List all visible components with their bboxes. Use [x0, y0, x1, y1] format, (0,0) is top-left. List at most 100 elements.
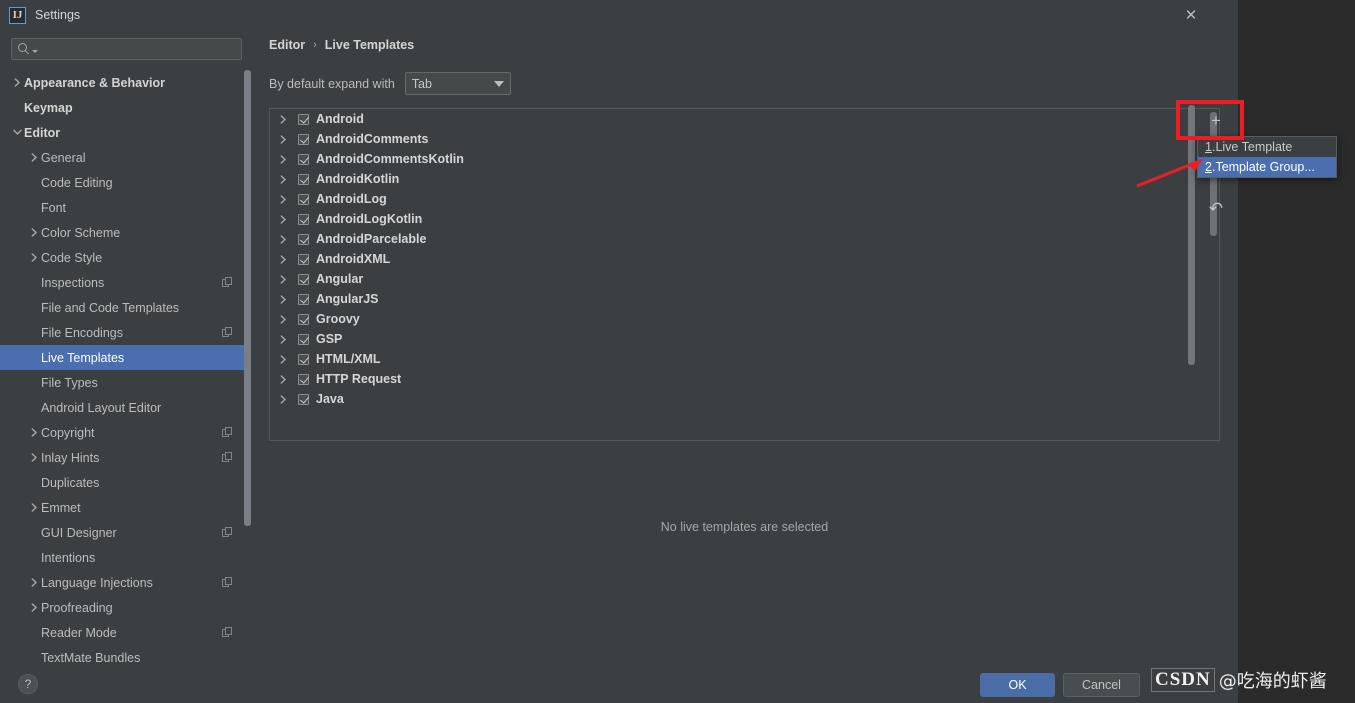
add-popup-menu[interactable]: 1. Live Template 2. Template Group...: [1197, 136, 1337, 178]
template-group-row[interactable]: AndroidCommentsKotlin: [270, 149, 1199, 169]
sidebar-item-language-injections[interactable]: Language Injections: [0, 570, 251, 595]
group-checkbox[interactable]: [298, 213, 309, 225]
chevron-down-icon: [493, 80, 504, 87]
group-checkbox[interactable]: [298, 293, 309, 305]
chevron-right-icon[interactable]: [280, 114, 298, 124]
sidebar-item-inspections[interactable]: Inspections: [0, 270, 251, 295]
template-group-row[interactable]: GSP: [270, 329, 1199, 349]
cancel-button[interactable]: Cancel: [1063, 673, 1140, 697]
sidebar-item-textmate-bundles[interactable]: TextMate Bundles: [0, 645, 251, 665]
expand-with-label: By default expand with: [269, 76, 395, 91]
sidebar-item-android-layout-editor[interactable]: Android Layout Editor: [0, 395, 251, 420]
template-groups-list[interactable]: Android AndroidComments AndroidCommentsKot…: [269, 108, 1220, 441]
group-checkbox[interactable]: [298, 133, 309, 145]
template-group-row[interactable]: Java: [270, 389, 1199, 409]
template-group-row[interactable]: Groovy: [270, 309, 1199, 329]
revert-button[interactable]: ↶: [1194, 191, 1238, 227]
group-checkbox[interactable]: [298, 113, 309, 125]
search-input[interactable]: [38, 42, 241, 56]
group-checkbox[interactable]: [298, 193, 309, 205]
template-group-row[interactable]: AndroidLog: [270, 189, 1199, 209]
chevron-right-icon[interactable]: [280, 354, 298, 364]
group-checkbox[interactable]: [298, 273, 309, 285]
sidebar-item-inlay-hints[interactable]: Inlay Hints: [0, 445, 251, 470]
sidebar-item-file-and-code-templates[interactable]: File and Code Templates: [0, 295, 251, 320]
sidebar-item-reader-mode[interactable]: Reader Mode: [0, 620, 251, 645]
template-group-row[interactable]: AndroidLogKotlin: [270, 209, 1199, 229]
chevron-right-icon[interactable]: [280, 394, 298, 404]
settings-search[interactable]: [11, 38, 242, 60]
breadcrumb-parent[interactable]: Editor: [269, 38, 305, 52]
template-group-row[interactable]: AngularJS: [270, 289, 1199, 309]
chevron-right-icon[interactable]: [27, 228, 41, 237]
sidebar-item-proofreading[interactable]: Proofreading: [0, 595, 251, 620]
template-group-row[interactable]: Android: [270, 109, 1199, 129]
chevron-right-icon[interactable]: [280, 274, 298, 284]
popup-menu-item[interactable]: 2. Template Group...: [1198, 157, 1336, 177]
group-checkbox[interactable]: [298, 333, 309, 345]
sidebar-item-file-encodings[interactable]: File Encodings: [0, 320, 251, 345]
search-box[interactable]: [11, 38, 242, 60]
group-checkbox[interactable]: [298, 353, 309, 365]
chevron-right-icon[interactable]: [280, 214, 298, 224]
question-mark-icon[interactable]: ?: [18, 674, 38, 694]
sidebar-item-appearance-behavior[interactable]: Appearance & Behavior: [0, 70, 251, 95]
sidebar-item-gui-designer[interactable]: GUI Designer: [0, 520, 251, 545]
template-group-row[interactable]: AndroidParcelable: [270, 229, 1199, 249]
chevron-down-icon[interactable]: [10, 129, 24, 136]
chevron-right-icon[interactable]: [280, 294, 298, 304]
template-group-row[interactable]: AndroidKotlin: [270, 169, 1199, 189]
chevron-right-icon[interactable]: [280, 174, 298, 184]
sidebar-item-live-templates[interactable]: Live Templates: [0, 345, 251, 370]
chevron-right-icon[interactable]: [10, 78, 24, 87]
template-group-label: AngularJS: [316, 292, 379, 306]
template-group-row[interactable]: HTTP Request: [270, 369, 1199, 389]
sidebar-item-file-types[interactable]: File Types: [0, 370, 251, 395]
ok-button[interactable]: OK: [980, 673, 1055, 697]
sidebar-item-copyright[interactable]: Copyright: [0, 420, 251, 445]
chevron-right-icon[interactable]: [27, 253, 41, 262]
template-group-row[interactable]: HTML/XML: [270, 349, 1199, 369]
chevron-right-icon[interactable]: [280, 374, 298, 384]
template-group-row[interactable]: Angular: [270, 269, 1199, 289]
chevron-right-icon[interactable]: [280, 234, 298, 244]
chevron-right-icon[interactable]: [280, 314, 298, 324]
chevron-right-icon[interactable]: [280, 194, 298, 204]
group-checkbox[interactable]: [298, 253, 309, 265]
chevron-right-icon[interactable]: [280, 334, 298, 344]
sidebar-scrollbar-thumb[interactable]: [244, 70, 251, 526]
chevron-right-icon[interactable]: [27, 578, 41, 587]
sidebar-item-keymap[interactable]: Keymap: [0, 95, 251, 120]
template-group-row[interactable]: AndroidComments: [270, 129, 1199, 149]
sidebar-item-font[interactable]: Font: [0, 195, 251, 220]
popup-menu-item[interactable]: 1. Live Template: [1198, 137, 1336, 157]
group-checkbox[interactable]: [298, 233, 309, 245]
chevron-right-icon[interactable]: [27, 453, 41, 462]
expand-with-select[interactable]: Tab: [404, 72, 511, 95]
group-checkbox[interactable]: [298, 393, 309, 405]
chevron-right-icon[interactable]: [280, 154, 298, 164]
sidebar-item-general[interactable]: General: [0, 145, 251, 170]
sidebar-item-code-style[interactable]: Code Style: [0, 245, 251, 270]
chevron-right-icon[interactable]: [27, 503, 41, 512]
group-checkbox[interactable]: [298, 313, 309, 325]
chevron-right-icon[interactable]: [280, 134, 298, 144]
chevron-right-icon[interactable]: [280, 254, 298, 264]
settings-sidebar[interactable]: Appearance & Behavior Keymap Editor General…: [0, 70, 251, 665]
watermark: CSDN @吃海的虾酱: [1151, 667, 1327, 693]
add-button[interactable]: +: [1194, 103, 1238, 139]
template-group-row[interactable]: AndroidXML: [270, 249, 1199, 269]
chevron-right-icon[interactable]: [27, 603, 41, 612]
sidebar-item-duplicates[interactable]: Duplicates: [0, 470, 251, 495]
group-checkbox[interactable]: [298, 173, 309, 185]
sidebar-item-code-editing[interactable]: Code Editing: [0, 170, 251, 195]
sidebar-item-intentions[interactable]: Intentions: [0, 545, 251, 570]
sidebar-item-color-scheme[interactable]: Color Scheme: [0, 220, 251, 245]
chevron-right-icon[interactable]: [27, 428, 41, 437]
sidebar-item-emmet[interactable]: Emmet: [0, 495, 251, 520]
sidebar-item-editor[interactable]: Editor: [0, 120, 251, 145]
close-icon[interactable]: ✕: [1170, 0, 1212, 30]
group-checkbox[interactable]: [298, 373, 309, 385]
chevron-right-icon[interactable]: [27, 153, 41, 162]
group-checkbox[interactable]: [298, 153, 309, 165]
